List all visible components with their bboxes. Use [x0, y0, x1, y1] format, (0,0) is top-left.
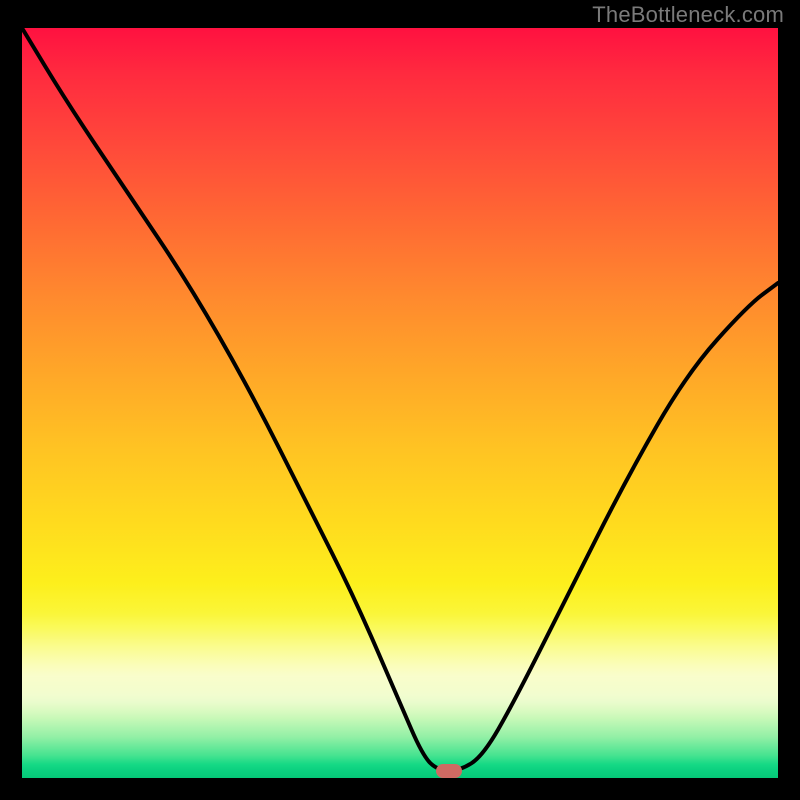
watermark-text: TheBottleneck.com: [592, 2, 784, 28]
chart-frame: TheBottleneck.com: [0, 0, 800, 800]
plot-area: [22, 28, 778, 778]
bottleneck-curve: [22, 28, 778, 778]
curve-path: [22, 28, 778, 771]
optimum-marker: [436, 764, 462, 778]
